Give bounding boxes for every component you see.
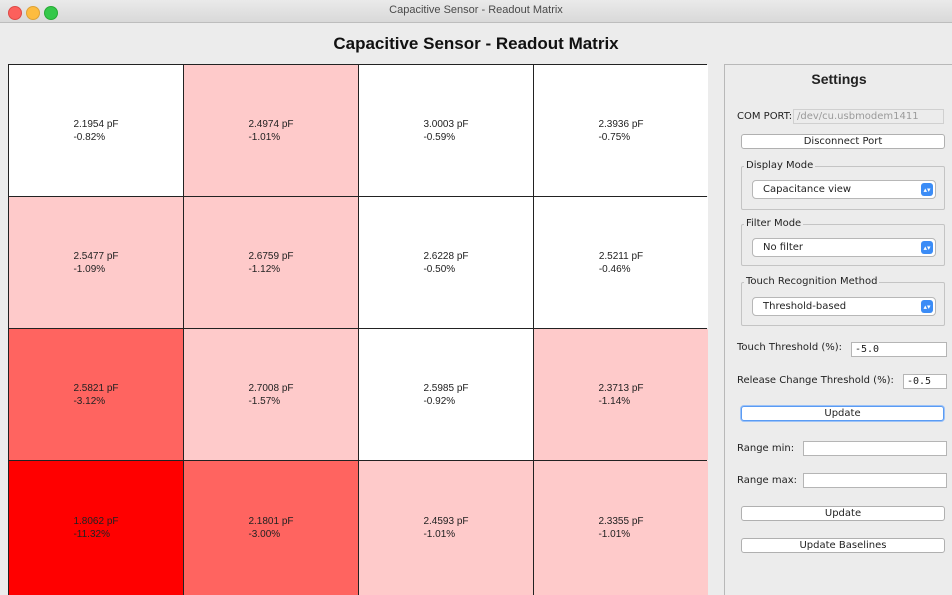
cell-change: -11.32% <box>73 529 110 540</box>
cell-change: -0.75% <box>598 131 631 143</box>
cell-capacitance: 1.8062 pF <box>73 516 119 527</box>
cell-change: -0.59% <box>423 131 456 143</box>
cell-change: -1.14% <box>598 395 631 407</box>
range-min-label: Range min: <box>737 443 795 454</box>
matrix-cell-r3-c1: 2.1801 pF -3.00% <box>184 461 358 595</box>
matrix-cell-r1-c2: 2.6228 pF -0.50% <box>359 197 533 328</box>
matrix-cell-r1-c0: 2.5477 pF -1.09% <box>9 197 183 328</box>
cell-capacitance: 2.7008 pF <box>248 382 294 394</box>
release-threshold-label: Release Change Threshold (%): <box>737 375 894 386</box>
matrix-cell-r2-c3: 2.3713 pF -1.14% <box>534 329 708 460</box>
matrix-cell-r0-c1: 2.4974 pF -1.01% <box>184 65 358 196</box>
cell-change: -3.00% <box>248 529 281 540</box>
cell-capacitance: 2.6759 pF <box>248 250 294 262</box>
display-mode-title: Display Mode <box>744 160 816 171</box>
display-mode-select[interactable]: Capacitance view ▴▾ <box>752 180 936 199</box>
matrix-cell-r2-c1: 2.7008 pF -1.57% <box>184 329 358 460</box>
cell-capacitance: 3.0003 pF <box>423 118 469 130</box>
cell-capacitance: 2.5821 pF <box>73 382 119 394</box>
touch-recognition-title: Touch Recognition Method <box>744 276 880 287</box>
cell-capacitance: 2.3355 pF <box>598 516 644 527</box>
cell-change: -1.01% <box>248 131 281 143</box>
cell-capacitance: 2.5477 pF <box>73 250 119 262</box>
cell-capacitance: 2.4974 pF <box>248 118 294 130</box>
matrix-cell-r0-c2: 3.0003 pF -0.59% <box>359 65 533 196</box>
range-min-input[interactable] <box>803 441 947 456</box>
chevron-updown-icon: ▴▾ <box>921 183 933 196</box>
release-threshold-input[interactable]: -0.5 <box>903 374 947 389</box>
window-title: Capacitive Sensor - Readout Matrix <box>389 4 563 16</box>
cell-capacitance: 2.6228 pF <box>423 250 469 262</box>
filter-mode-group: Filter Mode No filter ▴▾ <box>741 218 945 266</box>
cell-change: -3.12% <box>73 395 106 407</box>
update-thresholds-button[interactable]: Update <box>741 406 944 421</box>
cell-change: -1.09% <box>73 263 106 275</box>
readout-matrix: 2.1954 pF -0.82% 2.4974 pF -1.01% 3.0003… <box>8 64 708 595</box>
matrix-cell-r2-c0: 2.5821 pF -3.12% <box>9 329 183 460</box>
cell-capacitance: 2.1801 pF <box>248 516 294 527</box>
cell-change: -1.57% <box>248 395 281 407</box>
touch-recognition-group: Touch Recognition Method Threshold-based… <box>741 276 945 326</box>
matrix-cell-r0-c3: 2.3936 pF -0.75% <box>534 65 708 196</box>
matrix-cell-r3-c0: 1.8062 pF -11.32% <box>9 461 183 595</box>
chevron-updown-icon: ▴▾ <box>921 241 933 254</box>
range-max-input[interactable] <box>803 473 947 488</box>
touch-recognition-value: Threshold-based <box>763 301 847 312</box>
cell-capacitance: 2.1954 pF <box>73 118 119 130</box>
touch-recognition-select[interactable]: Threshold-based ▴▾ <box>752 297 936 316</box>
com-port-label: COM PORT: <box>737 111 793 122</box>
disconnect-port-button[interactable]: Disconnect Port <box>741 134 945 149</box>
filter-mode-value: No filter <box>763 242 804 253</box>
filter-mode-title: Filter Mode <box>744 218 804 229</box>
matrix-cell-r2-c2: 2.5985 pF -0.92% <box>359 329 533 460</box>
title-bar: Capacitive Sensor - Readout Matrix <box>0 0 952 23</box>
settings-panel: Settings COM PORT: /dev/cu.usbmodem1411 … <box>724 64 952 595</box>
chevron-updown-icon: ▴▾ <box>921 300 933 313</box>
cell-change: -0.92% <box>423 395 456 407</box>
matrix-cell-r0-c0: 2.1954 pF -0.82% <box>9 65 183 196</box>
filter-mode-select[interactable]: No filter ▴▾ <box>752 238 936 257</box>
display-mode-value: Capacitance view <box>763 184 852 195</box>
cell-change: -1.01% <box>598 529 631 540</box>
cell-capacitance: 2.5211 pF <box>598 250 644 262</box>
cell-change: -0.46% <box>598 263 631 275</box>
matrix-cell-r1-c3: 2.5211 pF -0.46% <box>534 197 708 328</box>
matrix-cell-r1-c1: 2.6759 pF -1.12% <box>184 197 358 328</box>
cell-capacitance: 2.3713 pF <box>598 382 644 394</box>
cell-change: -1.12% <box>248 263 281 275</box>
cell-change: -0.82% <box>73 131 106 143</box>
matrix-cell-r3-c3: 2.3355 pF -1.01% <box>534 461 708 595</box>
settings-title: Settings <box>811 71 867 87</box>
cell-capacitance: 2.5985 pF <box>423 382 469 394</box>
cell-capacitance: 2.4593 pF <box>423 516 469 527</box>
update-range-button[interactable]: Update <box>741 506 945 521</box>
range-max-label: Range max: <box>737 475 798 486</box>
touch-threshold-input[interactable]: -5.0 <box>851 342 947 357</box>
update-baselines-button[interactable]: Update Baselines <box>741 538 945 553</box>
cell-change: -1.01% <box>423 529 456 540</box>
matrix-cell-r3-c2: 2.4593 pF -1.01% <box>359 461 533 595</box>
display-mode-group: Display Mode Capacitance view ▴▾ <box>741 160 945 210</box>
page-title: Capacitive Sensor - Readout Matrix <box>333 34 619 53</box>
com-port-field: /dev/cu.usbmodem1411 <box>793 109 944 124</box>
cell-change: -0.50% <box>423 263 456 275</box>
touch-threshold-label: Touch Threshold (%): <box>737 342 843 353</box>
cell-capacitance: 2.3936 pF <box>598 118 644 130</box>
